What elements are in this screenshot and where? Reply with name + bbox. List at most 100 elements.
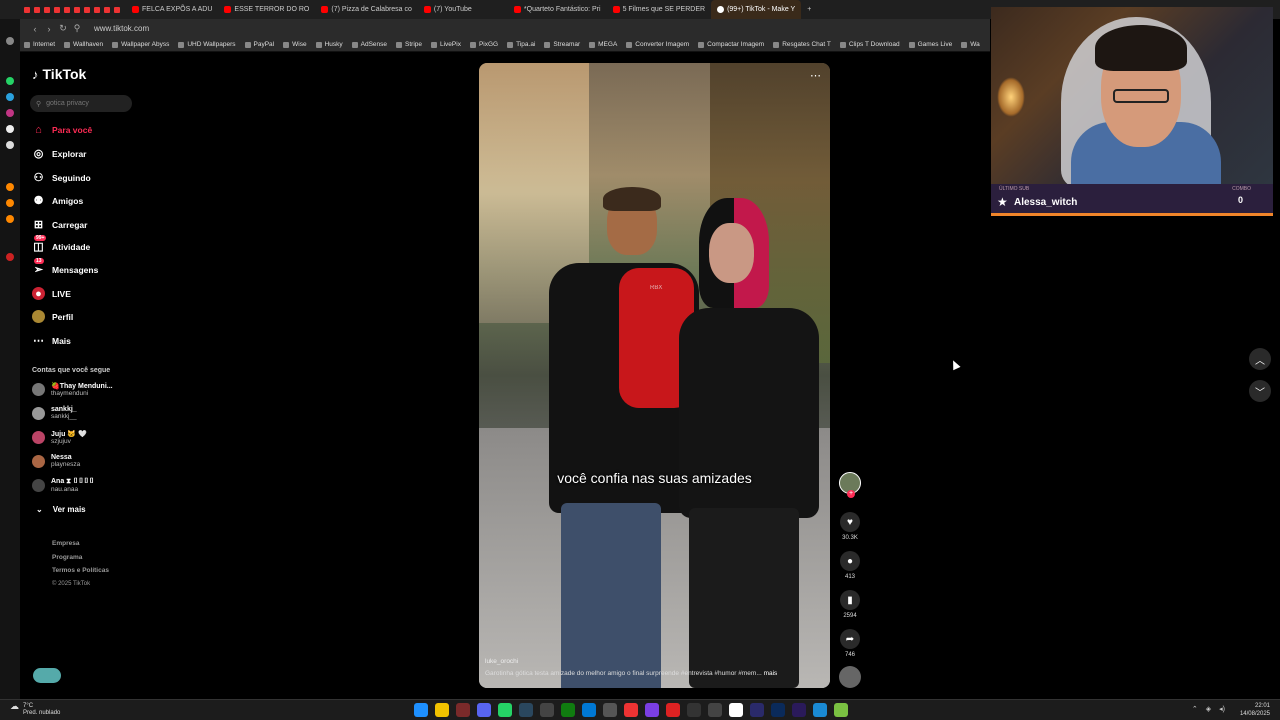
bookmark-item[interactable]: PixGG <box>469 41 498 48</box>
bookmark-item[interactable]: Streamar <box>544 41 580 48</box>
bookmark-item[interactable]: Tipa.ai <box>507 41 535 48</box>
nav-seguindo[interactable]: ⚇ Seguindo <box>32 171 91 184</box>
bookmark-item[interactable]: Wa <box>961 41 980 48</box>
file-explorer-icon[interactable] <box>435 703 449 717</box>
discord-icon[interactable] <box>477 703 491 717</box>
site-info-icon[interactable]: ⚲ <box>70 23 84 34</box>
new-tab-button[interactable]: + <box>801 0 817 19</box>
premiere-icon[interactable] <box>750 703 764 717</box>
nav-perfil[interactable]: Perfil <box>32 310 73 323</box>
nav-live[interactable]: ● LIVE <box>32 287 71 300</box>
settings-icon[interactable] <box>6 37 14 45</box>
x-icon[interactable] <box>6 141 14 149</box>
app-icon[interactable] <box>708 703 722 717</box>
instagram-icon[interactable] <box>6 109 14 117</box>
see-more-button[interactable]: ⌄ Ver mais <box>36 505 86 514</box>
bookmark-item[interactable]: Clips T Download <box>839 41 900 48</box>
tiktok-icon[interactable] <box>6 125 14 133</box>
obs-icon[interactable] <box>603 703 617 717</box>
app-icon[interactable] <box>687 703 701 717</box>
bookmark-item[interactable]: Internet <box>24 41 55 48</box>
weather-widget[interactable]: ☁ 7°C Pred. nublado <box>10 702 60 717</box>
nav-carregar[interactable]: ⊞ Carregar <box>32 218 88 231</box>
video-more-options-icon[interactable]: ⋯ <box>810 69 822 82</box>
bookmark-item[interactable]: PayPal <box>244 41 274 48</box>
save-button[interactable]: ▮ 2594 <box>836 590 864 619</box>
xbox-icon[interactable] <box>561 703 575 717</box>
browser-tab[interactable]: *Quarteto Fantástico: Pri <box>508 0 607 19</box>
start-icon[interactable] <box>414 703 428 717</box>
forward-icon[interactable]: › <box>42 24 56 34</box>
app-icon[interactable] <box>834 703 848 717</box>
bookmark-item[interactable]: Wallpaper Abyss <box>112 41 169 48</box>
bookmark-item[interactable]: AdSense <box>351 41 387 48</box>
follow-plus-icon[interactable]: + <box>847 490 855 498</box>
photoshop-icon[interactable] <box>771 703 785 717</box>
bookmark-item[interactable]: LivePix <box>431 41 461 48</box>
browser-tab[interactable]: (7) Pizza de Calabresa co <box>315 0 418 19</box>
nav-mais[interactable]: ⋯ Mais <box>32 334 71 347</box>
search-input[interactable]: ⚲ gotica privacy <box>30 95 132 112</box>
following-account[interactable]: 🍓Thay Menduni... thaymenduni <box>32 382 113 397</box>
reload-icon[interactable]: ↻ <box>56 23 70 34</box>
bookmark-item[interactable]: Wallhaven <box>64 41 103 48</box>
browser-tab[interactable]: (7) YouTube <box>418 0 508 19</box>
bookmark-item[interactable]: Converter Imagem <box>626 41 689 48</box>
bookmark-item[interactable]: Compactar Imagem <box>698 41 764 48</box>
chevron-up-icon[interactable]: ⌃ <box>1192 705 1198 713</box>
extensions-icon[interactable] <box>6 199 14 207</box>
video-author[interactable]: luke_orochi <box>485 658 518 665</box>
clock[interactable]: 22:01 14/08/2025 <box>1240 702 1270 718</box>
nav-explorar[interactable]: ◎ Explorar <box>32 147 87 160</box>
nav-atividade[interactable]: ◫ 99+ Atividade <box>32 235 90 253</box>
pinned-tabs[interactable] <box>0 6 126 13</box>
whatsapp-icon[interactable] <box>498 703 512 717</box>
previous-video-button[interactable]: ︿ <box>1249 348 1271 370</box>
bookmark-item[interactable]: MEGA <box>589 41 617 48</box>
bookmark-item[interactable]: Resgates Chat T <box>773 41 831 48</box>
footer-link-programa[interactable]: Programa <box>52 551 109 565</box>
back-icon[interactable]: ‹ <box>28 24 42 34</box>
bookmark-item[interactable]: Games Live <box>908 41 952 48</box>
share-button[interactable]: ➦ 746 <box>836 629 864 658</box>
app-icon[interactable] <box>645 703 659 717</box>
following-account[interactable]: Nessa playnesza <box>32 454 80 468</box>
downloads-icon[interactable] <box>6 215 14 223</box>
description-more-link[interactable]: mais <box>764 670 778 677</box>
steam-icon[interactable] <box>519 703 533 717</box>
app-icon[interactable] <box>540 703 554 717</box>
volume-icon[interactable]: ◂) <box>1219 705 1225 713</box>
nav-amigos[interactable]: ⚉ Amigos <box>32 194 84 207</box>
following-account[interactable]: Ana ⧗ ▯▯▯▯ nau.anaa <box>32 478 94 493</box>
url-field[interactable]: www.tiktok.com <box>94 24 149 33</box>
record-icon[interactable] <box>6 253 14 261</box>
creator-avatar[interactable]: + <box>836 472 864 498</box>
app-icon[interactable] <box>813 703 827 717</box>
bookmark-item[interactable]: Husky <box>315 41 343 48</box>
browser-tab[interactable]: 5 Filmes que SE PERDER <box>607 0 711 19</box>
tiktok-logo[interactable]: ♪ TikTok <box>32 66 86 82</box>
browser-tab[interactable]: FELCA EXPÕS A ADU <box>126 0 218 19</box>
comment-button[interactable]: ● 413 <box>836 551 864 580</box>
music-disc[interactable] <box>836 666 864 688</box>
following-account[interactable]: sankkj_ sankkj__ <box>32 406 77 420</box>
network-icon[interactable]: ◈ <box>1206 705 1211 713</box>
telegram-icon[interactable] <box>6 93 14 101</box>
browser-icon[interactable] <box>456 703 470 717</box>
nav-para-voce[interactable]: ⌂ Para você <box>32 123 92 136</box>
app-icon[interactable] <box>624 703 638 717</box>
store-icon[interactable] <box>582 703 596 717</box>
footer-link-empresa[interactable]: Empresa <box>52 537 109 551</box>
following-account[interactable]: Juju 🐱 🤍 szjujuv <box>32 430 87 445</box>
pdf-icon[interactable] <box>666 703 680 717</box>
bookmark-item[interactable]: Wise <box>283 41 307 48</box>
app-icon[interactable] <box>729 703 743 717</box>
video-player[interactable]: RBX ⋯ você confia nas suas amizades luke… <box>479 63 830 688</box>
whatsapp-icon[interactable] <box>6 77 14 85</box>
bookmark-item[interactable]: UHD Wallpapers <box>178 41 236 48</box>
next-video-button[interactable]: ﹀ <box>1249 380 1271 402</box>
nav-mensagens[interactable]: ➢ 13 Mensagens <box>32 258 98 276</box>
like-button[interactable]: ♥ 30.3K <box>836 512 864 541</box>
browser-tab[interactable]: ESSE TERROR DO RO <box>218 0 315 19</box>
history-icon[interactable] <box>6 183 14 191</box>
